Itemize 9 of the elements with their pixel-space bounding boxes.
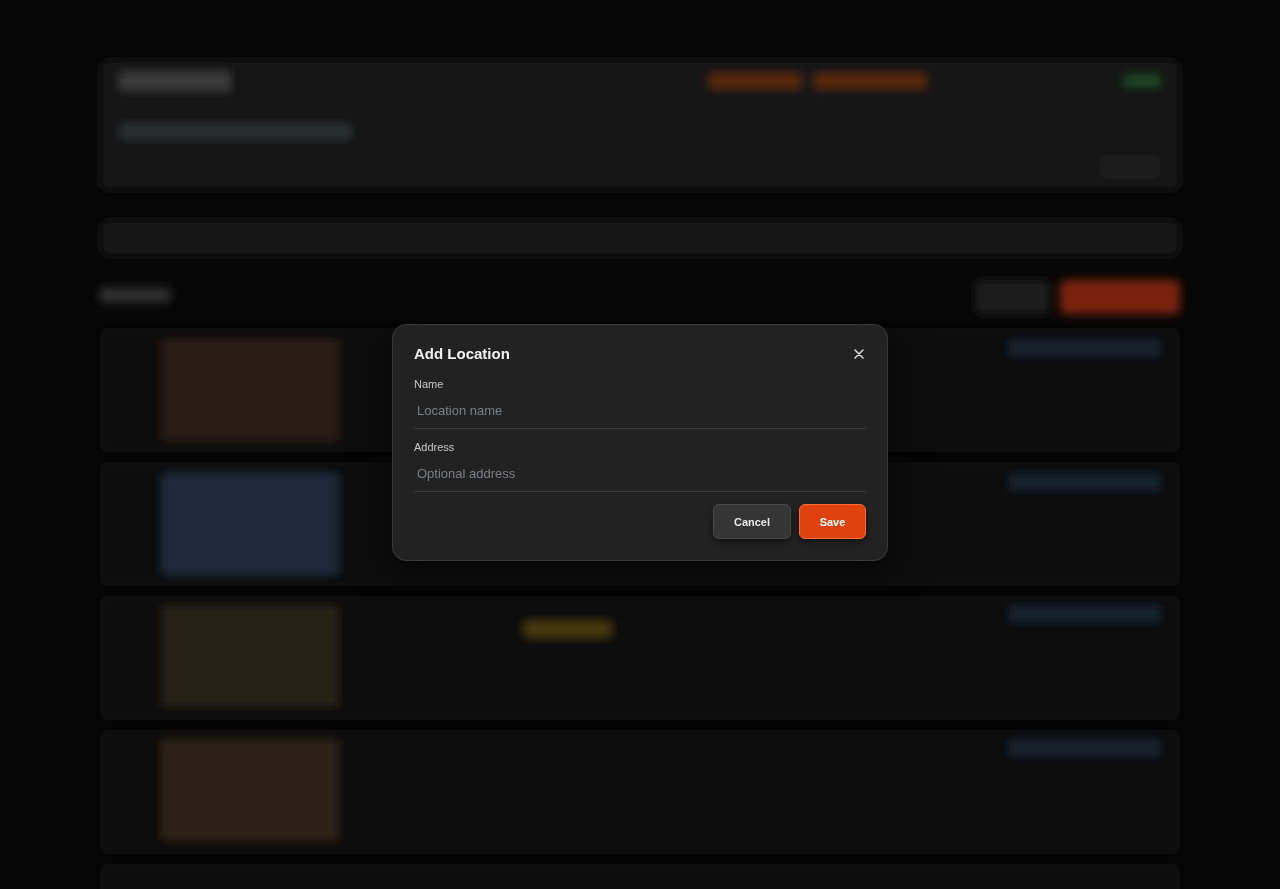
text-field[interactable]: Optional address	[414, 459, 866, 492]
cancel-button[interactable]: Cancel	[713, 504, 791, 539]
field-label: Address	[414, 441, 456, 453]
close-icon	[854, 348, 864, 359]
text-field[interactable]: Location name	[414, 396, 866, 429]
field-label: Name	[414, 378, 445, 390]
close-button[interactable]	[852, 346, 866, 361]
save-button[interactable]: Save	[799, 504, 866, 539]
dialog-title: Add Location	[414, 345, 510, 362]
